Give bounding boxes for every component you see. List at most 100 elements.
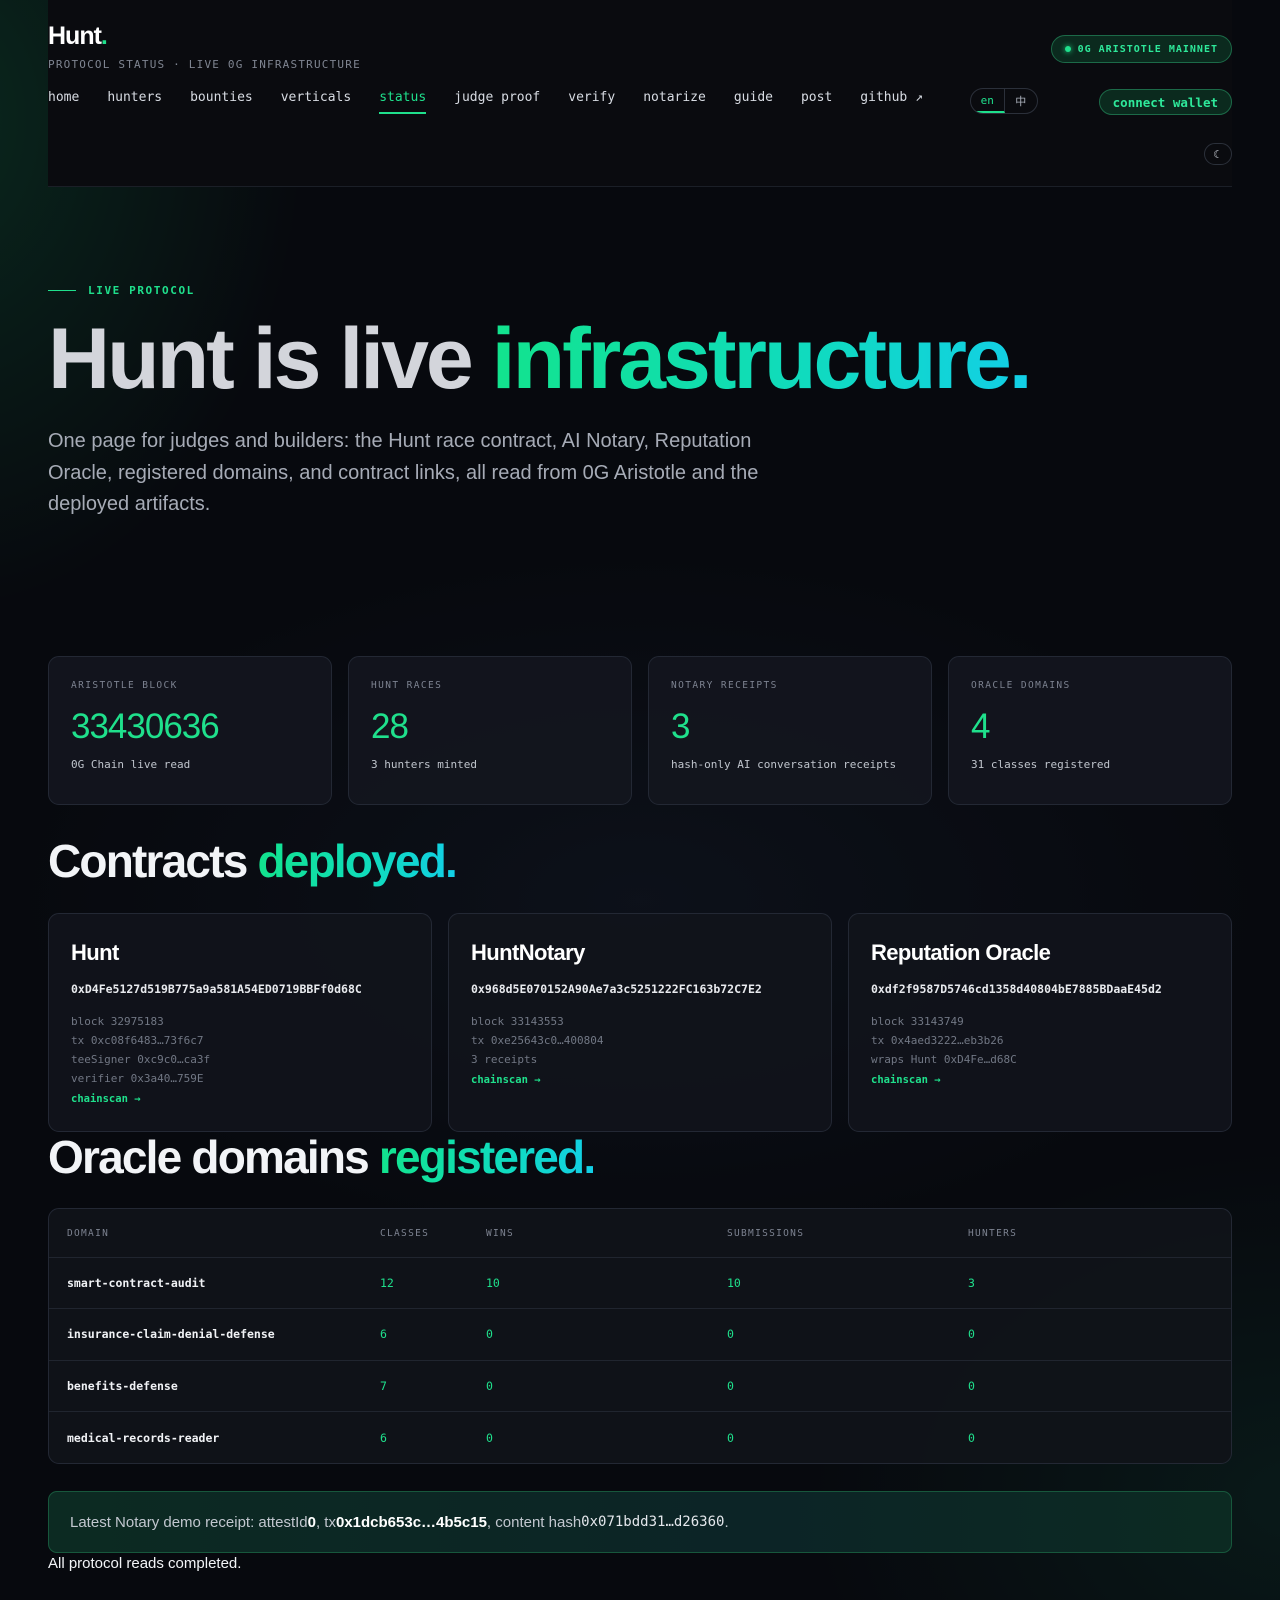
nav-judge-proof[interactable]: judge proof [454,90,540,114]
stat-label: ORACLE DOMAINS [971,680,1071,691]
nav-hunters[interactable]: hunters [107,90,162,114]
connect-wallet-button[interactable]: connect wallet [1098,89,1232,115]
notary-receipt-banner: Latest Notary demo receipt: attestId 0, … [48,1491,1232,1553]
cell-classes: 12 [380,1257,486,1309]
stat-value: 28 [371,707,409,746]
stat-sub: hash-only AI conversation receipts [671,758,897,771]
eyebrow: LIVE PROTOCOL [48,284,195,297]
receipt-text: . [724,1513,729,1531]
domains-table: DOMAIN CLASSES WINS SUBMISSIONS HUNTERS … [48,1208,1232,1464]
nav-guide[interactable]: guide [734,90,773,114]
cell-wins: 0 [486,1308,727,1361]
lang-en-button[interactable]: en [971,89,1005,113]
receipt-content-hash: 0x071bdd31…d26360 [581,1514,725,1530]
contracts-row: Hunt 0xD4Fe5127d519B775a9a581A54ED0719BB… [48,913,1232,1132]
contract-address[interactable]: 0xD4Fe5127d519B775a9a581A54ED0719BBFf0d6… [71,982,409,996]
cell-wins: 0 [486,1360,727,1412]
hero-description: One page for judges and builders: the Hu… [48,430,759,515]
cell-classes: 7 [380,1360,486,1412]
cell-classes: 6 [380,1430,387,1445]
chainscan-link[interactable]: chainscan → [71,1093,141,1105]
contract-meta-line: tx 0xc08f6483…73f6c7 [71,1034,204,1047]
nav-status[interactable]: status [379,90,427,114]
nav-bounties[interactable]: bounties [190,90,253,114]
cell-domain: insurance-claim-denial-defense [49,1308,380,1361]
tagline: PROTOCOL STATUS · LIVE 0G INFRASTRUCTURE [48,58,361,71]
cell-submissions: 0 [727,1430,734,1445]
contract-card-reputation-oracle: Reputation Oracle 0xdf2f9587D5746cd1358d… [848,913,1232,1132]
theme-toggle-moon-icon[interactable]: ☾ [1204,143,1232,165]
contract-meta-line: block 32975183 [71,1015,164,1028]
receipt-text: Latest Notary demo receipt: attestId [70,1513,308,1531]
table-row: medical-records-reader 6 0 0 0 [49,1412,1231,1464]
eyebrow-label: LIVE PROTOCOL [88,284,195,297]
table-row: benefits-defense 7 0 0 0 [49,1360,1231,1412]
cell-submissions: 0 [727,1308,968,1361]
contract-meta-line: block 33143749 [871,1015,964,1028]
contract-meta-line: verifier 0x3a40…759E [71,1072,204,1085]
column-header-wins: WINS [486,1209,727,1258]
cell-submissions: 0 [727,1360,968,1412]
chainscan-link[interactable]: chainscan → [471,1074,541,1086]
nav-github[interactable]: github ↗ [860,90,923,114]
stat-sub: 3 hunters minted [371,758,477,771]
stat-sub: 31 classes registered [971,758,1111,771]
cell-hunters: 0 [968,1308,1231,1361]
network-badge: 0G ARISTOTLE MAINNET [1050,35,1232,63]
contract-meta: block 33143749 tx 0x4aed3222…eb3b26 wrap… [871,1012,1209,1069]
column-header-domain: DOMAIN [49,1209,380,1258]
cell-wins: 0 [486,1430,493,1445]
oracle-section-title: Oracle domains registered. [48,1131,596,1183]
cell-wins: 10 [486,1257,727,1309]
cell-domain: benefits-defense [49,1360,380,1412]
nav-home[interactable]: home [48,90,79,114]
column-header-submissions: SUBMISSIONS [727,1209,968,1258]
logo[interactable]: Hunt. [48,22,108,51]
receipt-tx: 0x1dcb653c…4b5c15 [335,1513,487,1531]
stat-value: 33430636 [71,707,220,746]
lang-zh-button[interactable]: 中 [1005,89,1038,113]
contract-address[interactable]: 0x968d5E070152A90Ae7a3c5251222FC163b72C7… [471,982,809,996]
nav-post[interactable]: post [801,90,832,114]
contracts-section-title: Contracts deployed. [48,835,458,887]
cell-submissions: 10 [727,1257,968,1309]
table-row: insurance-claim-denial-defense 6 0 0 0 [49,1308,1231,1361]
stat-label: HUNT RACES [371,680,443,691]
cell-domain: medical-records-reader [67,1430,220,1445]
stat-label: NOTARY RECEIPTS [671,680,778,691]
table-header-row: DOMAIN CLASSES WINS SUBMISSIONS HUNTERS [49,1209,1231,1258]
contract-meta-line: wraps Hunt 0xD4Fe…d68C [871,1053,1017,1066]
language-switcher: en 中 [970,88,1038,114]
receipt-text: , tx [315,1513,336,1531]
stat-label: ARISTOTLE BLOCK [71,680,178,691]
contract-meta-line: tx 0xe25643c0…400804 [471,1034,604,1047]
nav-verify[interactable]: verify [568,90,615,114]
nav-verticals[interactable]: verticals [281,90,351,114]
contract-meta-line: teeSigner 0xc9c0…ca3f [71,1053,211,1066]
column-header-classes: CLASSES [380,1209,486,1258]
contract-card-huntnotary: HuntNotary 0x968d5E070152A90Ae7a3c525122… [448,913,832,1132]
status-dot-icon [1064,46,1071,52]
stat-card: NOTARY RECEIPTS 3 hash-only AI conversat… [648,656,932,805]
reads-complete-status: All protocol reads completed. [48,1555,242,1572]
contract-meta-line: 3 receipts [471,1053,538,1066]
stat-value: 4 [971,707,990,746]
main-nav: home hunters bounties verticals status j… [48,90,923,114]
nav-notarize[interactable]: notarize [643,90,706,114]
column-header-hunters: HUNTERS [968,1209,1231,1258]
chainscan-link[interactable]: chainscan → [871,1074,941,1086]
contract-name: Reputation Oracle [871,940,1051,965]
contract-address[interactable]: 0xdf2f9587D5746cd1358d40804bE7885BDaaE45… [871,982,1209,996]
stats-row: ARISTOTLE BLOCK 33430636 0G Chain live r… [48,656,1232,805]
contract-card-hunt: Hunt 0xD4Fe5127d519B775a9a581A54ED0719BB… [48,913,432,1132]
stat-sub: 0G Chain live read [71,758,191,771]
contract-meta: block 32975183 tx 0xc08f6483…73f6c7 teeS… [71,1012,409,1088]
receipt-attest-id: 0 [307,1513,316,1531]
network-badge-label: 0G ARISTOTLE MAINNET [1077,43,1218,55]
cell-hunters: 0 [968,1430,975,1445]
stat-card: HUNT RACES 28 3 hunters minted [348,656,632,805]
stat-card: ARISTOTLE BLOCK 33430636 0G Chain live r… [48,656,332,805]
stat-value: 3 [671,707,690,746]
contract-name: HuntNotary [471,940,585,965]
receipt-text: , content hash [486,1513,582,1531]
